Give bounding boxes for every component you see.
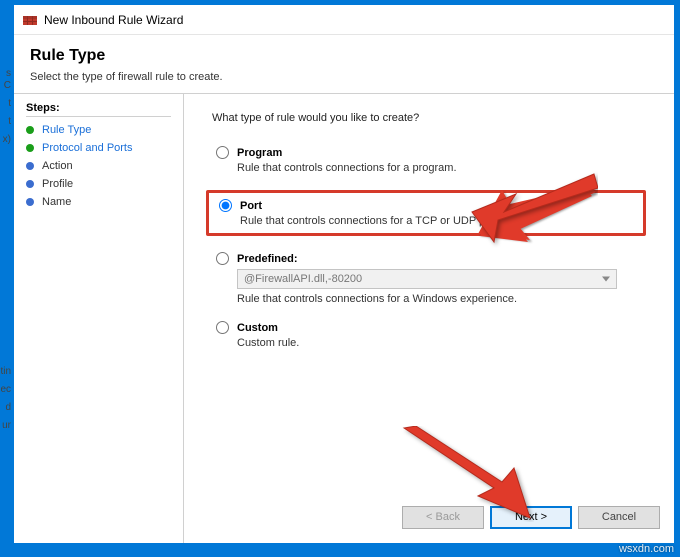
step-bullet-icon [26,126,34,134]
radio-custom[interactable] [216,321,229,334]
watermark: wsxdn.com [619,543,674,555]
step-label: Action [42,160,73,172]
step-action[interactable]: Action [26,157,183,175]
step-label: Rule Type [42,124,91,136]
option-predefined[interactable]: Predefined: @FirewallAPI.dll,-80200 Rule… [216,252,652,305]
option-desc: Custom rule. [237,337,652,349]
window-title: New Inbound Rule Wizard [44,13,183,27]
step-bullet-icon [26,144,34,152]
step-label: Profile [42,178,73,190]
wizard-window: New Inbound Rule Wizard Rule Type Select… [13,4,675,544]
option-desc: Rule that controls connections for a TCP… [240,215,633,227]
step-bullet-icon [26,162,34,170]
step-label: Protocol and Ports [42,142,133,154]
option-label: Predefined: [237,253,298,265]
step-rule-type[interactable]: Rule Type [26,121,183,139]
cancel-button[interactable]: Cancel [578,506,660,529]
step-protocol-ports[interactable]: Protocol and Ports [26,139,183,157]
option-program[interactable]: Program Rule that controls connections f… [216,146,652,174]
wizard-footer: < Back Next > Cancel [402,506,660,529]
option-label: Custom [237,322,278,334]
option-label: Program [237,147,282,159]
page-subtitle: Select the type of firewall rule to crea… [30,71,658,83]
option-desc: Rule that controls connections for a Win… [237,293,652,305]
content-panel: What type of rule would you like to crea… [184,94,674,543]
step-bullet-icon [26,180,34,188]
predefined-select: @FirewallAPI.dll,-80200 [237,269,617,289]
steps-panel: Steps: Rule Type Protocol and Ports Acti… [14,94,184,543]
page-title: Rule Type [30,47,658,65]
back-button: < Back [402,506,484,529]
prompt-text: What type of rule would you like to crea… [212,112,652,124]
step-name[interactable]: Name [26,193,183,211]
step-bullet-icon [26,198,34,206]
option-desc: Rule that controls connections for a pro… [237,162,652,174]
radio-predefined[interactable] [216,252,229,265]
radio-program[interactable] [216,146,229,159]
steps-label: Steps: [26,102,183,114]
step-label: Name [42,196,71,208]
background-artifact: s Cttx) tinecdur [0,62,12,482]
predefined-value: @FirewallAPI.dll,-80200 [237,269,617,289]
option-custom[interactable]: Custom Custom rule. [216,321,652,349]
page-header: Rule Type Select the type of firewall ru… [14,35,674,93]
option-label: Port [240,200,262,212]
step-profile[interactable]: Profile [26,175,183,193]
firewall-icon [22,12,38,28]
radio-port[interactable] [219,199,232,212]
titlebar: New Inbound Rule Wizard [14,5,674,35]
option-port[interactable]: Port Rule that controls connections for … [206,190,646,236]
next-button[interactable]: Next > [490,506,572,529]
